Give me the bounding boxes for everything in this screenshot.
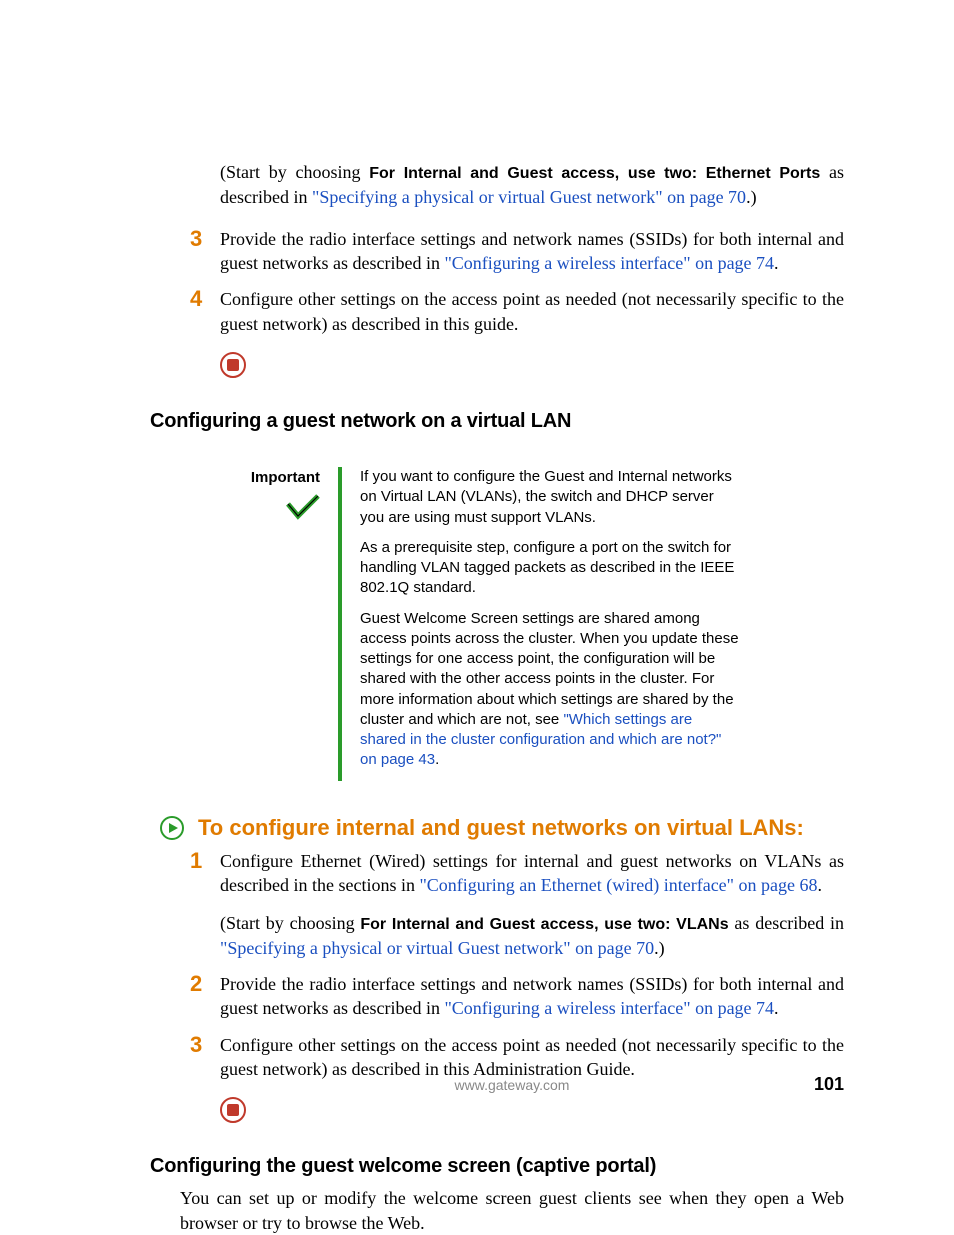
- body-paragraph: You can set up or modify the welcome scr…: [180, 1186, 844, 1235]
- sub-paragraph: (Start by choosing For Internal and Gues…: [220, 911, 844, 960]
- callout-paragraph: Guest Welcome Screen settings are shared…: [360, 609, 740, 771]
- text: .): [746, 187, 757, 207]
- heading-guest-welcome-screen: Configuring the guest welcome screen (ca…: [150, 1155, 844, 1178]
- text: .: [774, 998, 779, 1018]
- link-configuring-wireless[interactable]: "Configuring a wireless interface" on pa…: [444, 998, 774, 1018]
- page-footer: www.gateway.com 101: [150, 1074, 844, 1095]
- callout-label-column: Important: [215, 467, 338, 781]
- callout-paragraph: As a prerequisite step, configure a port…: [360, 538, 740, 599]
- callout-paragraph: If you want to configure the Guest and I…: [360, 467, 740, 528]
- footer-url: www.gateway.com: [455, 1077, 570, 1093]
- list-item: 3 Provide the radio interface settings a…: [190, 227, 844, 276]
- end-of-procedure-icon: [220, 1097, 844, 1123]
- link-configuring-wireless[interactable]: "Configuring a wireless interface" on pa…: [444, 253, 774, 273]
- text: .: [435, 751, 439, 768]
- text: .: [818, 875, 823, 895]
- list-item: 2 Provide the radio interface settings a…: [190, 972, 844, 1021]
- list-item: 4 Configure other settings on the access…: [190, 287, 844, 336]
- link-specifying-guest-network[interactable]: "Specifying a physical or virtual Guest …: [312, 187, 746, 207]
- step-number: 3: [190, 1030, 202, 1060]
- procedure-heading-row: To configure internal and guest networks…: [160, 815, 844, 841]
- step-number: 1: [190, 846, 202, 876]
- callout-label: Important: [215, 469, 320, 486]
- text: (Start by choosing: [220, 162, 369, 182]
- numbered-list-1: 3 Provide the radio interface settings a…: [190, 227, 844, 336]
- step-number: 3: [190, 224, 202, 254]
- text: (Start by choosing: [220, 913, 360, 933]
- page: (Start by choosing For Internal and Gues…: [0, 0, 954, 1235]
- heading-guest-network-vlan: Configuring a guest network on a virtual…: [150, 410, 844, 433]
- step-number: 4: [190, 284, 202, 314]
- link-specifying-guest-network[interactable]: "Specifying a physical or virtual Guest …: [220, 938, 654, 958]
- link-configuring-ethernet[interactable]: "Configuring an Ethernet (wired) interfa…: [419, 875, 817, 895]
- page-number: 101: [814, 1074, 844, 1095]
- text: Configure other settings on the access p…: [220, 289, 844, 333]
- text: as described in: [729, 913, 844, 933]
- text: .: [774, 253, 779, 273]
- checkmark-icon: [286, 494, 320, 522]
- numbered-list-2: 1 Configure Ethernet (Wired) settings fo…: [190, 849, 844, 1082]
- bold-text: For Internal and Guest access, use two: …: [369, 165, 820, 182]
- list-item: 1 Configure Ethernet (Wired) settings fo…: [190, 849, 844, 960]
- step-number: 2: [190, 969, 202, 999]
- intro-paragraph: (Start by choosing For Internal and Gues…: [220, 160, 844, 209]
- play-icon: [160, 816, 184, 840]
- callout-body: If you want to configure the Guest and I…: [338, 467, 740, 781]
- procedure-heading: To configure internal and guest networks…: [198, 815, 804, 841]
- text: .): [654, 938, 665, 958]
- text: Configure other settings on the access p…: [220, 1035, 844, 1079]
- bold-text: For Internal and Guest access, use two: …: [360, 916, 728, 933]
- end-of-procedure-icon: [220, 352, 844, 378]
- important-callout: Important If you want to configure the G…: [215, 467, 844, 781]
